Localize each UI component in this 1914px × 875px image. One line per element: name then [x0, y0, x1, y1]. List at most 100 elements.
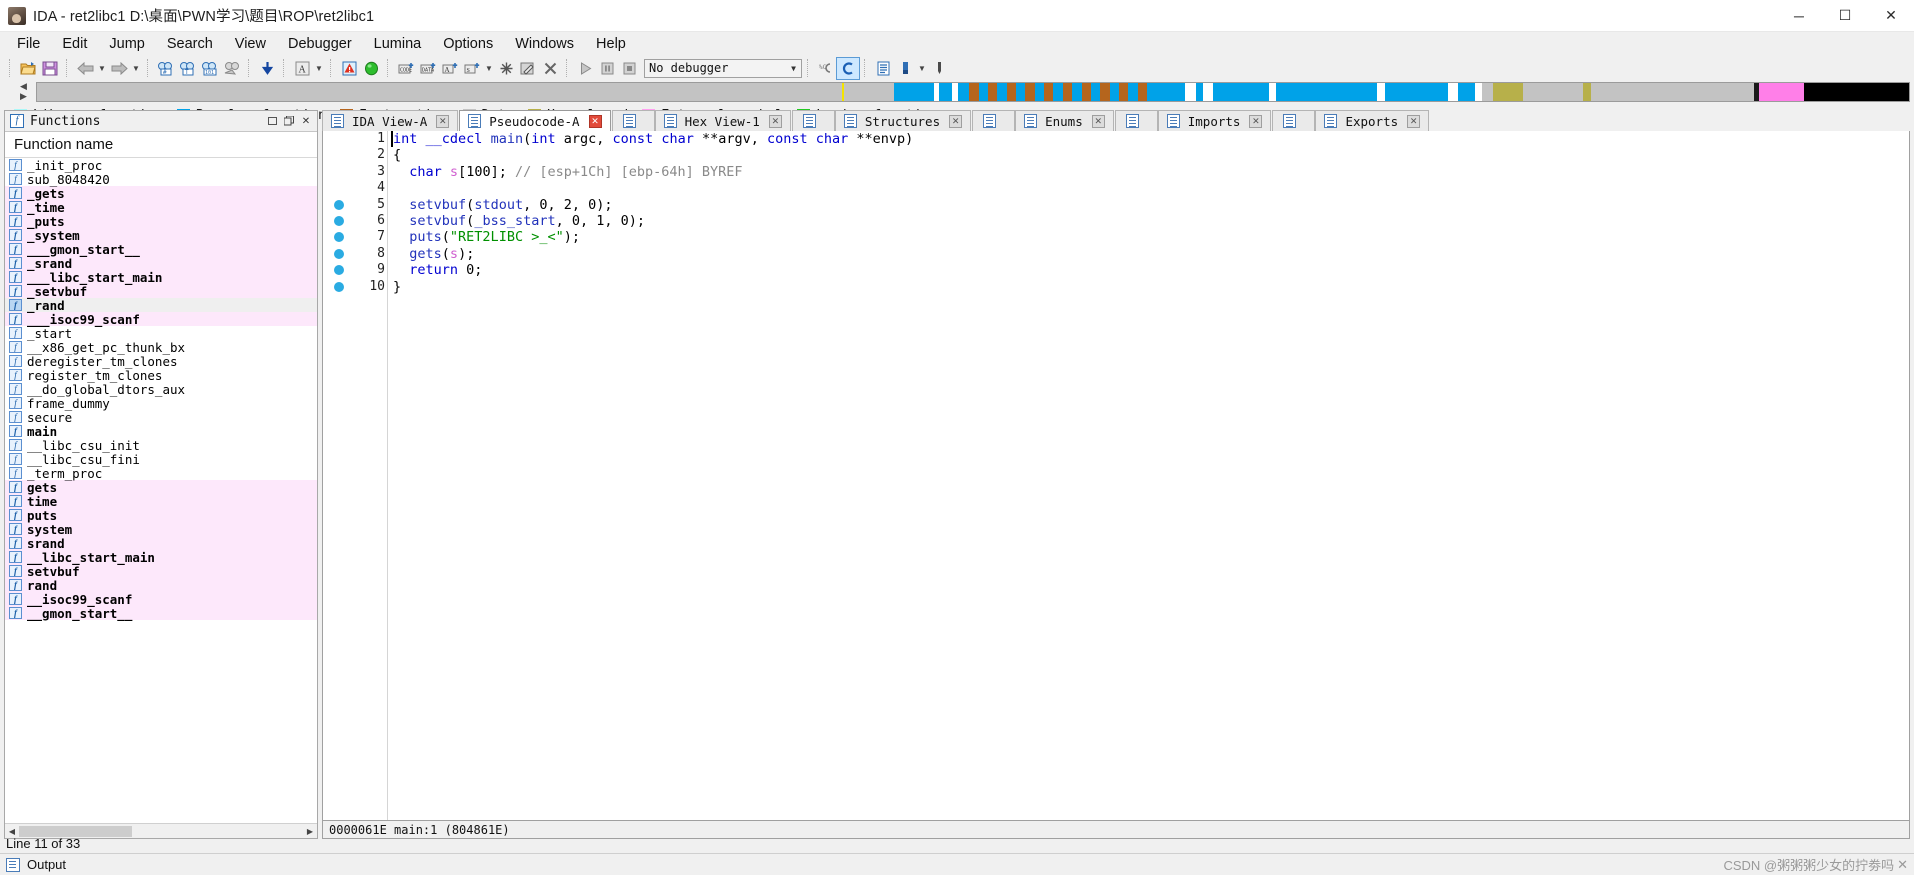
- navigate-forward-icon[interactable]: [108, 58, 130, 79]
- pipette-icon[interactable]: [928, 58, 950, 79]
- pseudocode-line[interactable]: setvbuf(_bss_start, 0, 1, 0);: [393, 213, 1909, 229]
- menu-help[interactable]: Help: [585, 34, 637, 54]
- function-list-item[interactable]: f _system: [5, 228, 317, 243]
- function-list-item[interactable]: f _rand: [5, 298, 317, 313]
- function-list-item[interactable]: f rand: [5, 578, 317, 593]
- function-list-item[interactable]: f srand: [5, 536, 317, 551]
- text-style-dropdown-icon[interactable]: ▼: [313, 58, 325, 79]
- function-list-item[interactable]: f ___gmon_start__: [5, 242, 317, 257]
- navband-arrows[interactable]: ◀ ▶: [14, 81, 36, 103]
- menu-jump[interactable]: Jump: [98, 34, 155, 54]
- navband-right-arrow[interactable]: ▶: [20, 91, 27, 102]
- function-list-item[interactable]: f __libc_start_main: [5, 550, 317, 565]
- breakpoint-marker-icon[interactable]: [334, 281, 344, 292]
- close-button[interactable]: ✕: [1868, 0, 1914, 32]
- run-icon[interactable]: [574, 58, 596, 79]
- save-file-icon[interactable]: [39, 58, 61, 79]
- pseudocode-line[interactable]: }: [393, 279, 1909, 295]
- function-list-item[interactable]: f ___isoc99_scanf: [5, 312, 317, 327]
- tab-close-icon[interactable]: ✕: [1091, 114, 1105, 128]
- function-list-item[interactable]: f ___libc_start_main: [5, 270, 317, 285]
- pseudocode-line[interactable]: int __cdecl main(int argc, const char **…: [391, 131, 913, 148]
- function-list-item[interactable]: f _init_proc: [5, 158, 317, 173]
- make-data-icon[interactable]: DATA: [417, 58, 439, 79]
- navigate-back-icon[interactable]: [74, 58, 96, 79]
- tab-enums-icon[interactable]: [972, 110, 1016, 131]
- menu-edit[interactable]: Edit: [51, 34, 98, 54]
- menu-file[interactable]: File: [6, 34, 51, 54]
- color-picker-icon[interactable]: [894, 58, 916, 79]
- search-text-icon[interactable]: T: [177, 58, 199, 79]
- delete-function-icon[interactable]: [539, 58, 561, 79]
- tab-imports-icon[interactable]: [1114, 110, 1158, 131]
- pause-icon[interactable]: [596, 58, 618, 79]
- function-list-item[interactable]: f time: [5, 494, 317, 509]
- decompile-icon[interactable]: %C: [815, 58, 837, 79]
- function-list-item[interactable]: f register_tm_clones: [5, 368, 317, 383]
- pseudocode-line[interactable]: puts("RET2LIBC >_<");: [393, 229, 1909, 245]
- function-list-item[interactable]: f frame_dummy: [5, 396, 317, 411]
- green-circle-icon[interactable]: [360, 58, 382, 79]
- function-list-item[interactable]: f __isoc99_scanf: [5, 592, 317, 607]
- color-dropdown-icon[interactable]: ▼: [916, 58, 928, 79]
- panel-close-button[interactable]: ✕: [299, 114, 313, 128]
- breakpoint-gutter[interactable]: [323, 131, 363, 820]
- tab-enums[interactable]: Enums ✕: [1015, 110, 1114, 131]
- tab-close-icon[interactable]: ✕: [768, 114, 782, 128]
- function-list-item[interactable]: f __libc_csu_init: [5, 438, 317, 453]
- function-list-item[interactable]: f __x86_get_pc_thunk_bx: [5, 340, 317, 355]
- function-list-item[interactable]: f _puts: [5, 214, 317, 229]
- pseudocode-line[interactable]: [393, 180, 1909, 196]
- menu-view[interactable]: View: [224, 34, 277, 54]
- function-list-item[interactable]: f puts: [5, 508, 317, 523]
- function-list-item[interactable]: f _time: [5, 200, 317, 215]
- tab-pseudocode-a[interactable]: Pseudocode-A ✕: [459, 110, 611, 131]
- menu-options[interactable]: Options: [432, 34, 504, 54]
- tab-hex-view-1[interactable]: Hex View-1 ✕: [654, 110, 791, 131]
- function-list-item[interactable]: f gets: [5, 480, 317, 495]
- menu-search[interactable]: Search: [156, 34, 224, 54]
- warning-icon[interactable]: [338, 58, 360, 79]
- navband-cursor[interactable]: [841, 83, 844, 101]
- tab-hex-view-icon[interactable]: [611, 110, 655, 131]
- menu-windows[interactable]: Windows: [504, 34, 585, 54]
- struct-dropdown-icon[interactable]: ▼: [483, 58, 495, 79]
- search-hex-icon[interactable]: #: [155, 58, 177, 79]
- function-list-item[interactable]: f sub_8048420: [5, 172, 317, 187]
- forward-dropdown-icon[interactable]: ▼: [130, 58, 142, 79]
- scroll-right-arrow-icon[interactable]: ▶: [303, 825, 317, 838]
- navigation-band[interactable]: [36, 82, 1910, 102]
- function-list-item[interactable]: f __libc_csu_fini: [5, 452, 317, 467]
- minimize-button[interactable]: ─: [1776, 0, 1822, 32]
- output-panel-label[interactable]: Output: [27, 857, 66, 872]
- search-immediate-icon[interactable]: 101: [199, 58, 221, 79]
- panel-float-button[interactable]: [265, 114, 279, 128]
- tab-structures[interactable]: Structures ✕: [834, 110, 972, 131]
- function-list-item[interactable]: f _srand: [5, 256, 317, 271]
- maximize-button[interactable]: ☐: [1822, 0, 1868, 32]
- tab-close-icon[interactable]: ✕: [1407, 114, 1421, 128]
- function-list-item[interactable]: f secure: [5, 410, 317, 425]
- breakpoint-marker-icon[interactable]: [334, 248, 344, 259]
- breakpoint-marker-icon[interactable]: [334, 265, 344, 276]
- stop-icon[interactable]: [618, 58, 640, 79]
- tab-exports[interactable]: Exports ✕: [1315, 110, 1430, 131]
- tab-close-icon[interactable]: ✕: [949, 114, 963, 128]
- functions-list[interactable]: f _init_proc f sub_8048420 f _gets f _time f _put…: [5, 158, 317, 823]
- function-list-item[interactable]: f _setvbuf: [5, 284, 317, 299]
- function-list-item[interactable]: f main: [5, 424, 317, 439]
- make-ascii-icon[interactable]: A: [439, 58, 461, 79]
- function-list-item[interactable]: f _start: [5, 326, 317, 341]
- function-list-item[interactable]: f _term_proc: [5, 466, 317, 481]
- pseudocode-line[interactable]: char s[100]; // [esp+1Ch] [ebp-64h] BYRE…: [393, 164, 1909, 180]
- functions-column-header[interactable]: Function name: [5, 132, 317, 158]
- pseudocode-line[interactable]: {: [393, 147, 1909, 163]
- make-struct-icon[interactable]: S: [461, 58, 483, 79]
- list-view-icon[interactable]: [872, 58, 894, 79]
- panel-restore-button[interactable]: [282, 114, 296, 128]
- undefine-icon[interactable]: [495, 58, 517, 79]
- tab-structures-icon[interactable]: [791, 110, 835, 131]
- tab-exports-icon[interactable]: [1272, 110, 1316, 131]
- tab-ida-view-a[interactable]: IDA View-A ✕: [322, 110, 459, 131]
- decompile-active-icon[interactable]: [836, 56, 860, 80]
